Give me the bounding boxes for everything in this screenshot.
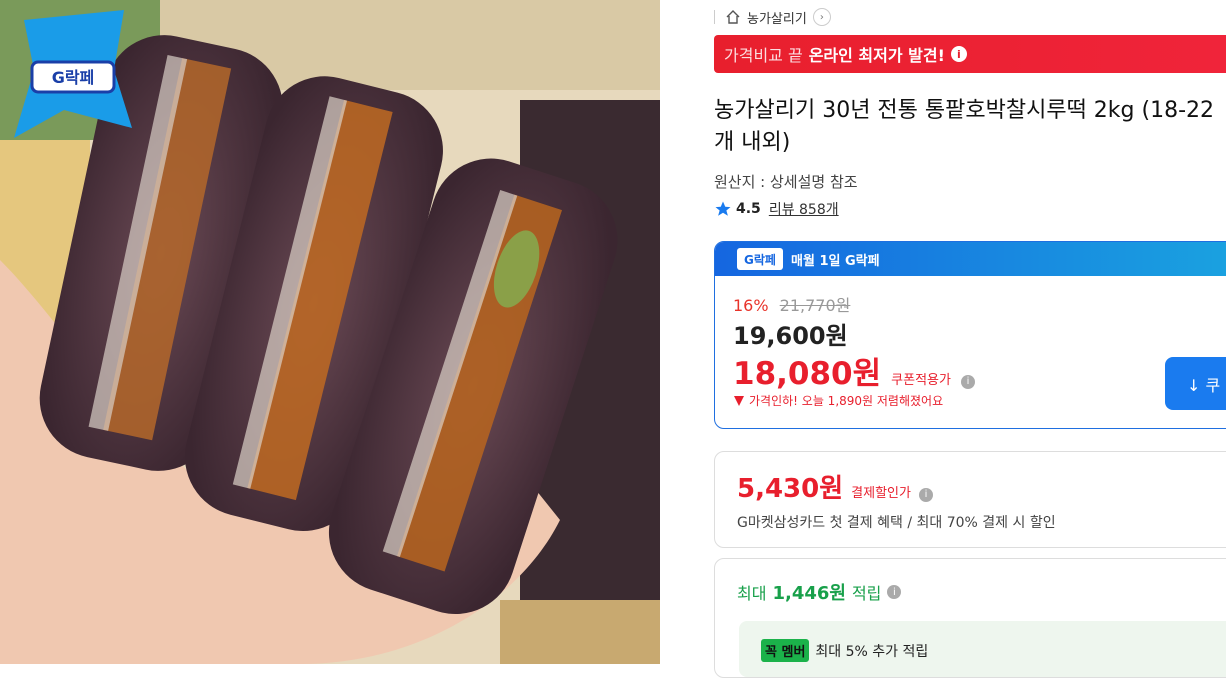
card-discount-label: 결제할인가: [851, 486, 911, 501]
coupon-price: 18,080원: [733, 356, 882, 392]
card-discount-row: 5,430원 결제할인가 i: [737, 468, 933, 505]
store-name: 농가살리기: [747, 11, 807, 27]
deal-header: G락페 매월 1일 G락페: [715, 242, 1226, 276]
points-suffix: 적립: [851, 584, 882, 603]
coupon-download-button[interactable]: ↓ 쿠: [1165, 357, 1226, 410]
badge-text: G락페: [52, 68, 95, 87]
chevron-right-icon: ›: [812, 8, 831, 26]
points-row: 최대 1,446원 적립 i: [737, 579, 902, 605]
price-drop-notice: 가격인하! 오늘 1,890원 저렴해졌어요: [733, 392, 943, 409]
points-amount: 1,446원: [772, 583, 846, 604]
discount-percent: 16%: [733, 296, 769, 315]
home-icon: [726, 10, 740, 24]
product-image[interactable]: G락페: [0, 0, 660, 664]
original-price-line: 16% 21,770원: [733, 292, 850, 316]
member-benefit-text: 최대 5% 추가 적립: [815, 643, 929, 660]
star-icon: [715, 201, 731, 216]
coupon-price-label: 쿠폰적용가: [891, 373, 951, 388]
origin-info: 원산지 : 상세설명 참조: [714, 173, 858, 191]
deal-header-text: 매월 1일 G락페: [791, 253, 880, 269]
coupon-price-row: 18,080원 쿠폰적용가 i: [733, 348, 975, 393]
deal-badge: G락페: [737, 248, 783, 270]
divider: [714, 10, 715, 24]
promo-light-text: 가격비교 끝: [724, 46, 803, 65]
member-logo: 꼭 멤버: [761, 639, 810, 662]
points-prefix: 최대: [737, 584, 767, 603]
info-icon[interactable]: i: [918, 487, 933, 502]
rating-score: 4.5: [736, 201, 761, 217]
down-arrow-icon: [734, 395, 744, 406]
info-icon[interactable]: i: [887, 585, 902, 599]
sale-price: 19,600원: [733, 322, 848, 350]
promo-bold-text: 온라인 최저가 발견!: [808, 46, 945, 65]
card-discount-price: 5,430원: [737, 474, 844, 504]
card-discount-description: G마켓삼성카드 첫 결제 혜택 / 최대 70% 결제 시 할인: [737, 515, 1056, 531]
info-icon[interactable]: i: [960, 374, 975, 389]
rating-row: 4.5 리뷰 858개: [714, 199, 839, 219]
price-drop-text: 가격인하! 오늘 1,890원 저렴해졌어요: [749, 394, 944, 408]
product-title: 농가살리기 30년 전통 통팥호박찰시루떡 2kg (18-22개 내외): [714, 98, 1215, 155]
member-benefit[interactable]: 꼭 멤버 최대 5% 추가 적립: [739, 621, 1226, 677]
card-discount-box[interactable]: 5,430원 결제할인가 i G마켓삼성카드 첫 결제 혜택 / 최대 70% …: [714, 451, 1226, 548]
lowest-price-banner[interactable]: 가격비교 끝 온라인 최저가 발견! i: [714, 35, 1226, 73]
deal-price-box: G락페 매월 1일 G락페 16% 21,770원 19,600원 18,080…: [714, 241, 1226, 429]
g-festival-badge: G락페: [14, 10, 132, 138]
points-box: 최대 1,446원 적립 i 꼭 멤버 최대 5% 추가 적립: [714, 558, 1226, 678]
original-price: 21,770원: [779, 296, 851, 315]
info-icon[interactable]: i: [950, 46, 967, 62]
review-count-link[interactable]: 리뷰 858개: [769, 199, 839, 219]
store-link[interactable]: 농가살리기 ›: [714, 6, 831, 28]
